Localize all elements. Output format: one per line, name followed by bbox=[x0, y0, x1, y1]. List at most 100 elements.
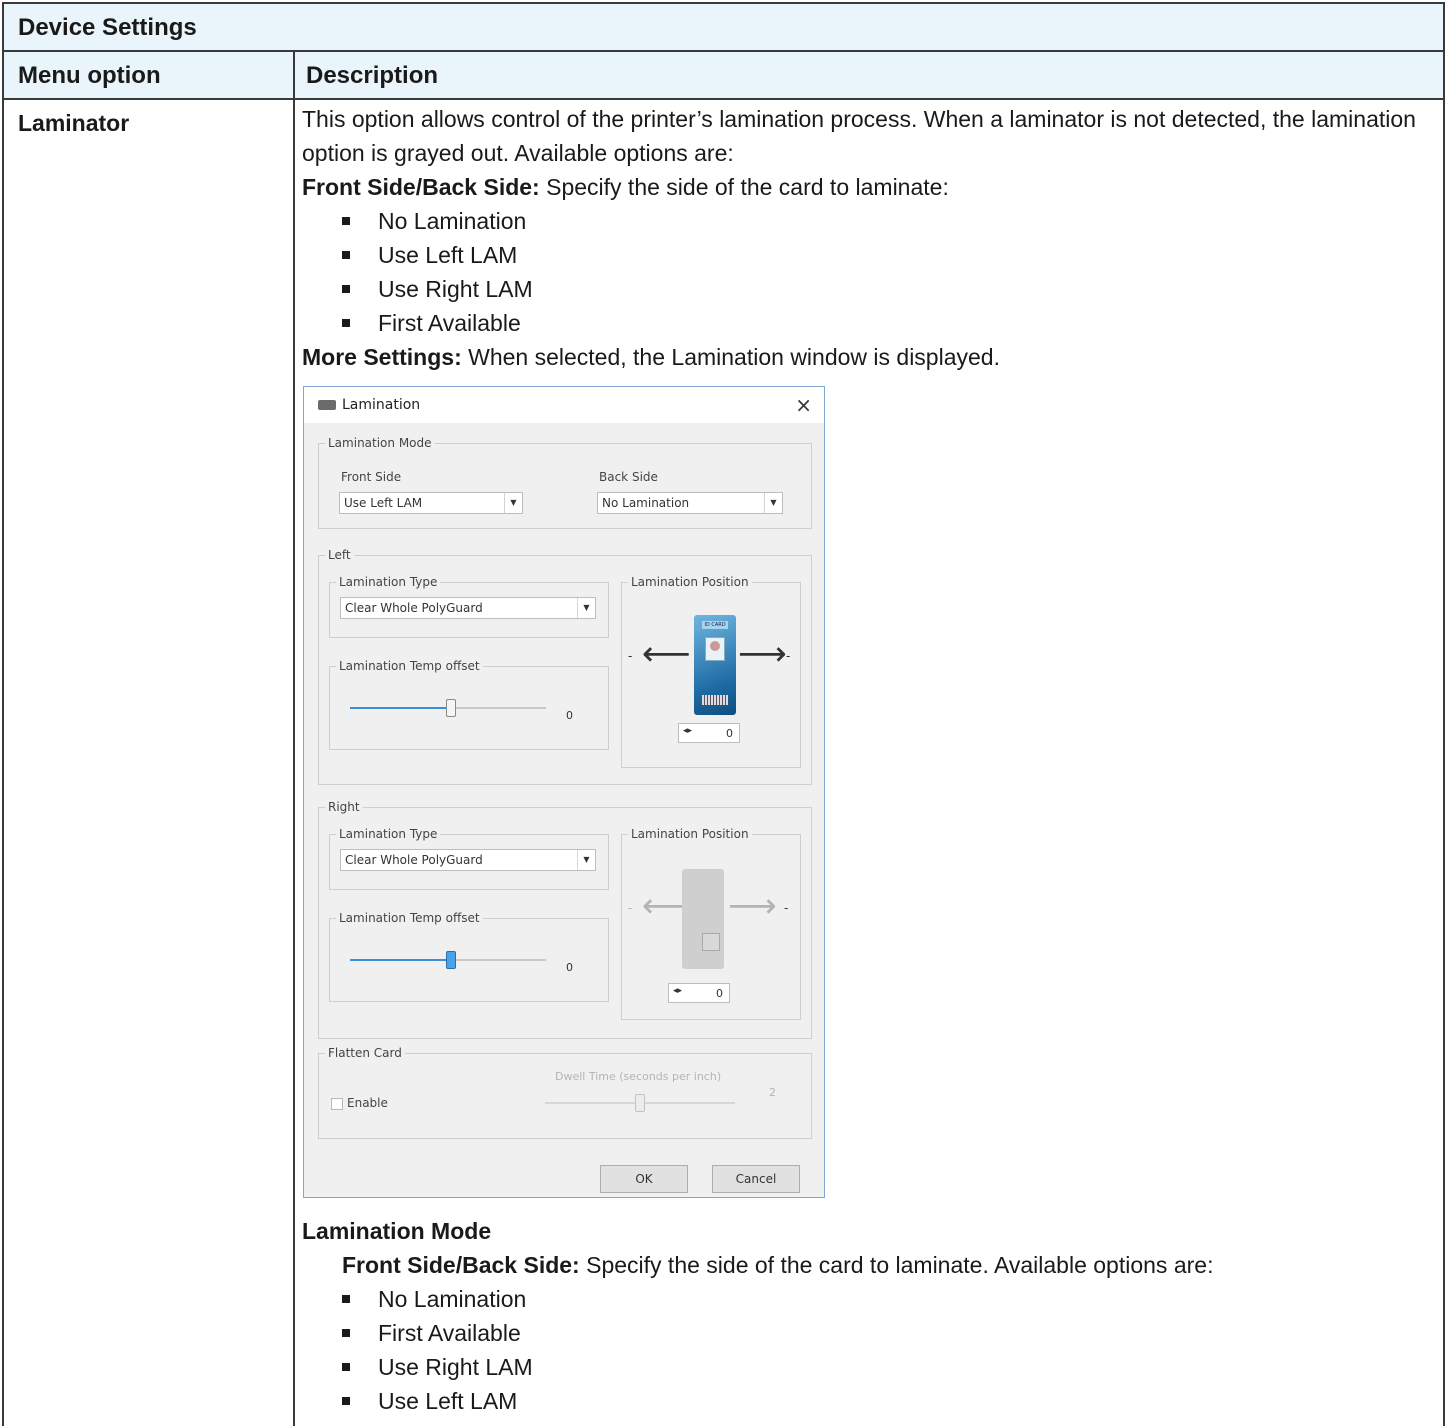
dwell-time-value: 2 bbox=[769, 1086, 776, 1099]
lamination-mode-group: Lamination Mode Front Side Use Left LAM … bbox=[318, 436, 812, 529]
front-back-label: Front Side/Back Side: bbox=[302, 174, 540, 200]
back-side-select[interactable]: No Lamination ▼ bbox=[597, 492, 783, 514]
list-item: Use Right LAM bbox=[342, 1350, 1432, 1384]
spin-arrows-icon[interactable]: ◂▸ bbox=[673, 986, 682, 996]
chevron-down-icon: ▼ bbox=[577, 598, 595, 618]
plus-label: - bbox=[784, 901, 789, 915]
close-icon[interactable]: × bbox=[795, 393, 812, 417]
left-temp-value: 0 bbox=[566, 709, 573, 722]
ok-button[interactable]: OK bbox=[600, 1165, 688, 1193]
more-settings-label: More Settings: bbox=[302, 344, 462, 370]
enable-checkbox[interactable] bbox=[331, 1098, 343, 1110]
column-header-menu-option: Menu option bbox=[18, 62, 161, 89]
right-position-group: Lamination Position - ⟵ ⟶ - ◂▸ 0 bbox=[621, 827, 801, 1020]
right-lamination-type-select[interactable]: Clear Whole PolyGuard ▼ bbox=[340, 849, 596, 871]
left-temp-slider-thumb[interactable] bbox=[446, 699, 456, 717]
left-lamination-type-group: Lamination Type Clear Whole PolyGuard ▼ bbox=[329, 575, 609, 638]
chevron-down-icon: ▼ bbox=[504, 493, 522, 513]
back-side-label: Back Side bbox=[599, 470, 658, 484]
menu-option-laminator: Laminator bbox=[18, 110, 130, 136]
left-temp-legend: Lamination Temp offset bbox=[336, 659, 483, 673]
column-divider bbox=[293, 52, 295, 1426]
front-back-text: Specify the side of the card to laminate… bbox=[539, 174, 949, 200]
arrow-right-icon: ⟶ bbox=[728, 886, 777, 926]
right-temp-offset-group: Lamination Temp offset 0 bbox=[329, 911, 609, 1002]
printer-icon bbox=[318, 400, 336, 410]
list-item: No Lamination bbox=[342, 1282, 1432, 1316]
table-header-row: Menu option Description bbox=[4, 52, 1443, 100]
list-item: No Lamination bbox=[342, 204, 1432, 238]
right-temp-legend: Lamination Temp offset bbox=[336, 911, 483, 925]
cancel-button[interactable]: Cancel bbox=[712, 1165, 800, 1193]
id-card-tag: ID CARD bbox=[702, 621, 728, 629]
spin-arrows-icon[interactable]: ◂▸ bbox=[683, 726, 692, 736]
side-options-list: No Lamination Use Left LAM Use Right LAM… bbox=[342, 204, 1432, 340]
list-item: Use Left LAM bbox=[342, 238, 1432, 272]
front-side-label: Front Side bbox=[341, 470, 402, 484]
lamination-mode-heading: Lamination Mode bbox=[302, 1214, 1432, 1248]
right-temp-slider-fill bbox=[350, 959, 450, 961]
list-item: First Available bbox=[342, 1316, 1432, 1350]
enable-label: Enable bbox=[347, 1096, 388, 1110]
left-position-spinbox[interactable]: ◂▸ 0 bbox=[678, 723, 740, 743]
lamination-dialog: Lamination × Lamination Mode Front Side … bbox=[303, 386, 825, 1198]
mode-front-back-text: Specify the side of the card to laminate… bbox=[579, 1252, 1214, 1278]
mode-front-back-label: Front Side/Back Side: bbox=[342, 1252, 580, 1278]
more-settings-paragraph: More Settings: When selected, the Lamina… bbox=[302, 340, 1432, 374]
chevron-down-icon: ▼ bbox=[764, 493, 782, 513]
right-temp-value: 0 bbox=[566, 961, 573, 974]
flatten-card-legend: Flatten Card bbox=[325, 1046, 405, 1060]
plus-label: - bbox=[786, 649, 791, 663]
arrow-right-icon[interactable]: ⟶ bbox=[738, 637, 787, 671]
minus-label: - bbox=[628, 901, 633, 915]
lamination-mode-heading-text: Lamination Mode bbox=[302, 1218, 492, 1244]
right-legend: Right bbox=[325, 800, 363, 814]
intro-text: This option allows control of the printe… bbox=[302, 106, 1416, 166]
list-item: Use Right LAM bbox=[342, 272, 1432, 306]
card-face bbox=[710, 641, 720, 651]
left-position-group: Lamination Position - ⟵ ID CARD ⟶ - ◂▸ 0 bbox=[621, 575, 801, 768]
left-temp-slider-fill bbox=[350, 707, 450, 709]
left-legend: Left bbox=[325, 548, 354, 562]
dialog-title: Lamination bbox=[342, 397, 421, 413]
left-type-value: Clear Whole PolyGuard bbox=[345, 601, 483, 615]
laminator-description: This option allows control of the printe… bbox=[302, 102, 1432, 374]
list-item: Use Left LAM bbox=[342, 1384, 1432, 1418]
chevron-down-icon: ▼ bbox=[577, 850, 595, 870]
front-back-paragraph: Front Side/Back Side: Specify the side o… bbox=[302, 170, 1432, 204]
id-card-image: ID CARD bbox=[694, 615, 736, 715]
right-position-value: 0 bbox=[716, 987, 723, 1000]
right-position-spinbox[interactable]: ◂▸ 0 bbox=[668, 983, 730, 1003]
right-position-legend: Lamination Position bbox=[628, 827, 752, 841]
column-header-description: Description bbox=[306, 62, 439, 89]
lamination-mode-legend: Lamination Mode bbox=[325, 436, 435, 450]
left-lamination-type-select[interactable]: Clear Whole PolyGuard ▼ bbox=[340, 597, 596, 619]
mode-front-back-paragraph: Front Side/Back Side: Specify the side o… bbox=[302, 1248, 1432, 1282]
flatten-card-group: Flatten Card Enable Dwell Time (seconds … bbox=[318, 1046, 812, 1139]
right-lamination-type-group: Lamination Type Clear Whole PolyGuard ▼ bbox=[329, 827, 609, 890]
dwell-slider-thumb bbox=[635, 1094, 645, 1112]
left-type-legend: Lamination Type bbox=[336, 575, 441, 589]
list-item: First Available bbox=[342, 306, 1432, 340]
front-side-value: Use Left LAM bbox=[344, 496, 423, 510]
card-placeholder-image bbox=[682, 869, 724, 969]
more-settings-text: When selected, the Lamination window is … bbox=[461, 344, 1000, 370]
lamination-mode-description: Lamination Mode Front Side/Back Side: Sp… bbox=[302, 1214, 1432, 1418]
arrow-left-icon[interactable]: ⟵ bbox=[642, 637, 691, 671]
left-position-value: 0 bbox=[726, 727, 733, 740]
right-type-legend: Lamination Type bbox=[336, 827, 441, 841]
back-side-value: No Lamination bbox=[602, 496, 690, 510]
left-position-legend: Lamination Position bbox=[628, 575, 752, 589]
left-group: Left Lamination Type Clear Whole PolyGua… bbox=[318, 548, 812, 785]
dwell-time-label: Dwell Time (seconds per inch) bbox=[555, 1070, 722, 1083]
dialog-titlebar: Lamination × bbox=[304, 387, 824, 423]
mode-options-list: No Lamination First Available Use Right … bbox=[342, 1282, 1432, 1418]
right-type-value: Clear Whole PolyGuard bbox=[345, 853, 483, 867]
card-chip bbox=[702, 933, 720, 951]
right-group: Right Lamination Type Clear Whole PolyGu… bbox=[318, 800, 812, 1039]
left-temp-offset-group: Lamination Temp offset 0 bbox=[329, 659, 609, 750]
right-temp-slider-thumb[interactable] bbox=[446, 951, 456, 969]
minus-label: - bbox=[628, 649, 633, 663]
card-barcode bbox=[702, 695, 728, 705]
front-side-select[interactable]: Use Left LAM ▼ bbox=[339, 492, 523, 514]
